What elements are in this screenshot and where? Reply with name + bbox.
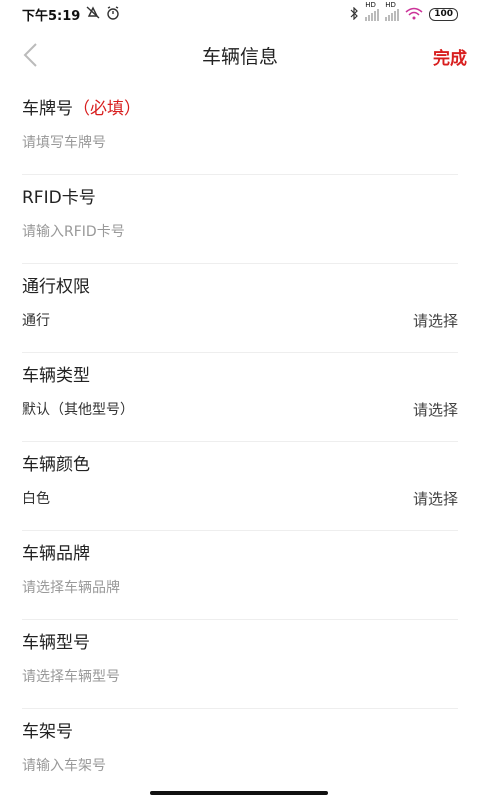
plate-row: 车牌号（必填） 请填写车牌号	[22, 86, 458, 175]
bluetooth-icon	[350, 6, 359, 23]
wifi-icon	[405, 7, 423, 23]
access-value: 通行	[22, 313, 50, 329]
vehicle-form: 车牌号（必填） 请填写车牌号 RFID卡号 请输入RFID卡号 通行权限 通行 …	[22, 86, 458, 795]
type-label: 车辆类型	[22, 366, 90, 386]
color-row[interactable]: 车辆颜色 白色 请选择	[22, 442, 458, 531]
rfid-row: RFID卡号 请输入RFID卡号	[22, 175, 458, 264]
brand-input[interactable]: 请选择车辆品牌	[22, 577, 120, 597]
page-title: 车辆信息	[201, 46, 278, 68]
rfid-input[interactable]: 请输入RFID卡号	[22, 221, 125, 241]
rfid-label: RFID卡号	[22, 188, 96, 208]
type-select-button[interactable]: 请选择	[413, 399, 458, 420]
signal-icon-2: HD	[385, 1, 400, 24]
brand-row[interactable]: 车辆品牌 请选择车辆品牌	[22, 531, 458, 620]
required-marker: （必填）	[73, 99, 141, 119]
mute-icon	[86, 6, 100, 23]
color-value: 白色	[22, 491, 50, 507]
done-button[interactable]: 完成	[433, 44, 467, 69]
model-row[interactable]: 车辆型号 请选择车辆型号	[22, 620, 458, 709]
type-value: 默认（其他型号）	[22, 402, 134, 418]
alarm-icon	[106, 5, 120, 24]
brand-label: 车辆品牌	[22, 544, 90, 564]
plate-label: 车牌号	[22, 99, 73, 119]
frame-row: 车架号 请输入车架号	[22, 709, 458, 795]
frame-label: 车架号	[22, 722, 73, 742]
type-row[interactable]: 车辆类型 默认（其他型号） 请选择	[22, 353, 458, 442]
color-select-button[interactable]: 请选择	[413, 488, 458, 509]
access-row[interactable]: 通行权限 通行 请选择	[22, 264, 458, 353]
model-label: 车辆型号	[22, 633, 90, 653]
plate-input[interactable]: 请填写车牌号	[22, 132, 106, 152]
access-label: 通行权限	[22, 277, 90, 297]
frame-input[interactable]: 请输入车架号	[22, 755, 106, 775]
navigation-bar: 车辆信息 完成	[0, 28, 480, 82]
battery-icon: 100	[429, 8, 458, 21]
home-indicator[interactable]	[150, 791, 328, 795]
status-time: 下午5:19	[22, 9, 81, 24]
access-select-button[interactable]: 请选择	[413, 310, 458, 331]
color-label: 车辆颜色	[22, 455, 90, 475]
status-bar: 下午5:19 HD HD 100	[0, 0, 480, 26]
signal-icon-1: HD	[365, 1, 380, 24]
model-input[interactable]: 请选择车辆型号	[22, 666, 120, 686]
